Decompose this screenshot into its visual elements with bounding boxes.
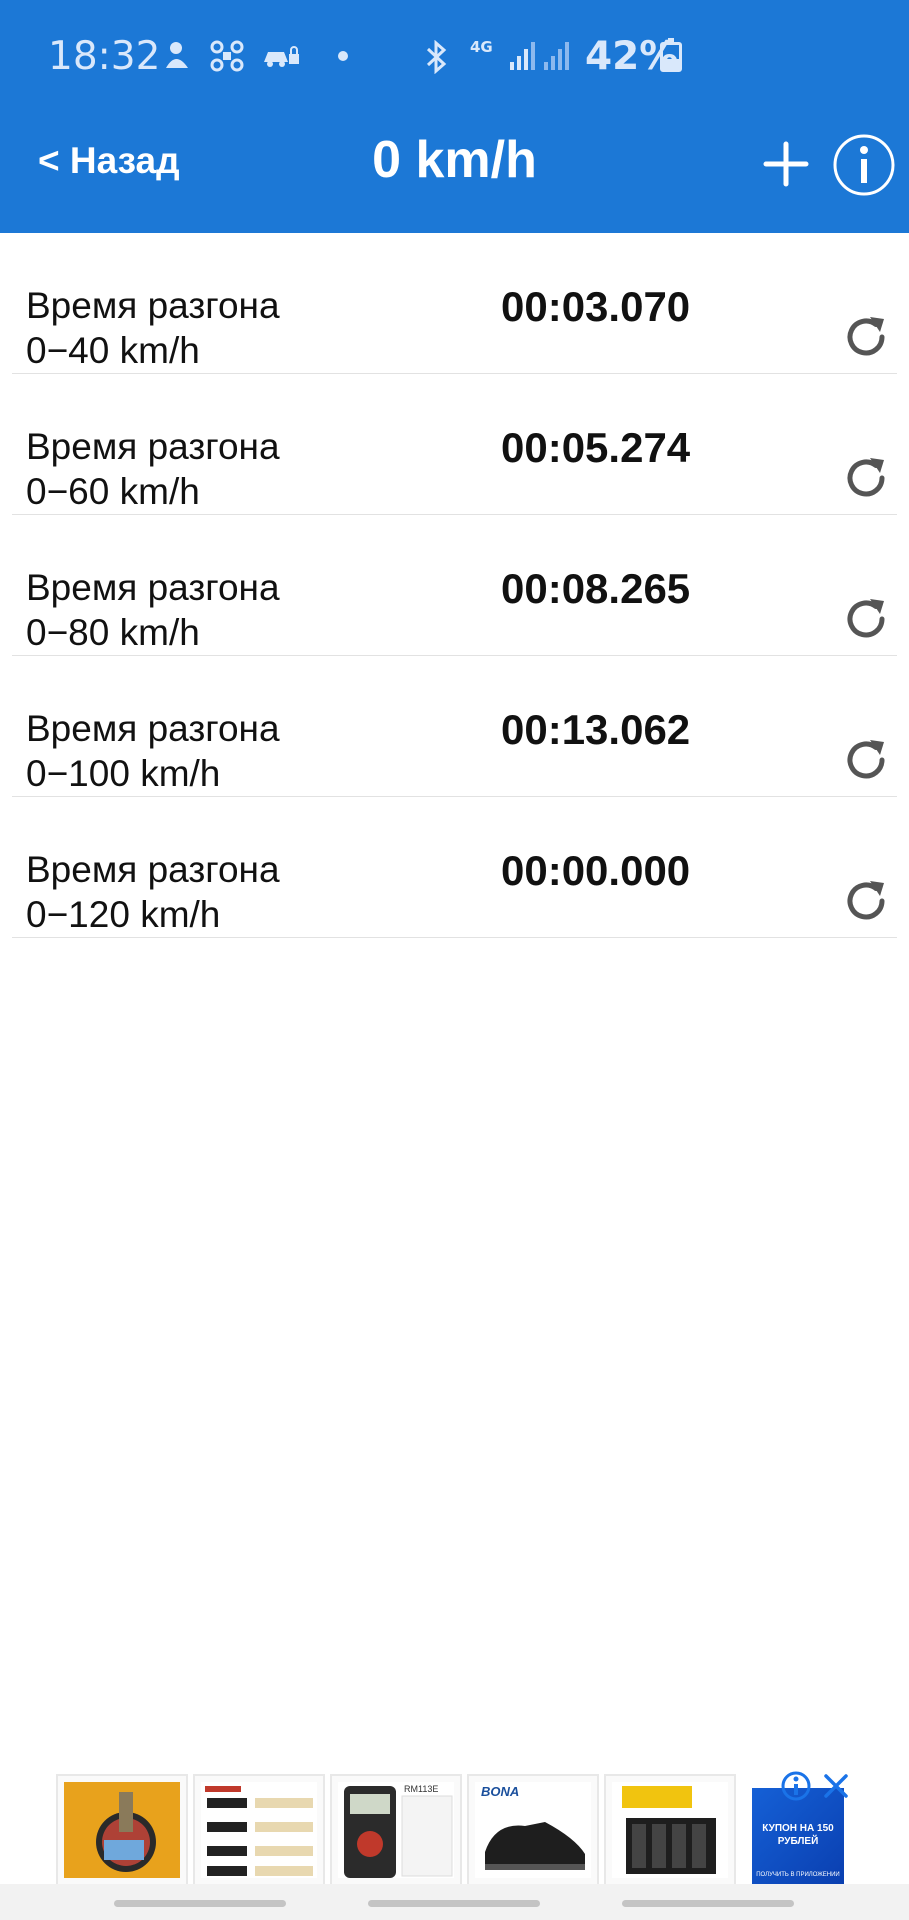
row-label-range: 0−120 km/h [26, 894, 221, 935]
refresh-icon[interactable] [840, 875, 892, 927]
signal-icon-1 [510, 42, 535, 70]
ad-product-led-strip[interactable] [193, 1774, 325, 1886]
list-item: Время разгона 0−60 km/h 00:05.274 [12, 374, 897, 515]
ad-product-image [612, 1782, 728, 1878]
coupon-text: КУПОН НА 150 РУБЛЕЙ [762, 1823, 834, 1847]
ad-coupon[interactable]: КУПОН НА 150 РУБЛЕЙ ПОЛУЧИТЬ В ПРИЛОЖЕНИ… [752, 1788, 844, 1884]
network-type: 4G [470, 38, 493, 56]
row-label-range: 0−100 km/h [26, 753, 221, 794]
row-label-title: Время разгона [26, 426, 280, 467]
row-label: Время разгона 0−80 km/h [26, 565, 280, 655]
charger-image [622, 1786, 716, 1874]
coupon-subtext: ПОЛУЧИТЬ В ПРИЛОЖЕНИИ [756, 1872, 840, 1878]
refresh-icon[interactable] [840, 311, 892, 363]
row-time: 00:03.070 [501, 283, 691, 330]
refresh-icon[interactable] [840, 452, 892, 504]
row-label-range: 0−80 km/h [26, 612, 200, 653]
car-lock-icon [264, 46, 299, 67]
list-item: Время разгона 0−80 km/h 00:08.265 [12, 515, 897, 656]
row-label: Время разгона 0−40 km/h [26, 283, 280, 373]
close-icon[interactable] [820, 1770, 852, 1802]
signal-icon-2 [544, 42, 569, 70]
ad-product-charger[interactable] [604, 1774, 736, 1886]
row-time: 00:08.265 [501, 565, 691, 612]
ad-product-image [201, 1782, 317, 1878]
row-label: Время разгона 0−100 km/h [26, 706, 280, 796]
row-label-title: Время разгона [26, 285, 280, 326]
ad-product-image: RM113E [338, 1782, 454, 1878]
row-label-title: Время разгона [26, 849, 280, 890]
ad-product-tire-gauge[interactable] [56, 1774, 188, 1886]
notification-icons [162, 40, 348, 72]
bluetooth-icon [426, 40, 447, 74]
row-label-title: Время разгона [26, 708, 280, 749]
acceleration-list: Время разгона 0−40 km/h 00:03.070 Время … [0, 233, 909, 938]
row-label-range: 0−60 km/h [26, 471, 200, 512]
row-time: 00:05.274 [501, 424, 691, 471]
multimeter-image [344, 1786, 453, 1878]
row-label: Время разгона 0−120 km/h [26, 847, 280, 937]
ad-product-image [64, 1782, 180, 1878]
row-label-range: 0−40 km/h [26, 330, 200, 371]
nav-back-button[interactable] [622, 1900, 794, 1907]
status-time: 18:32 [48, 34, 161, 79]
nav-recents-button[interactable] [114, 1900, 286, 1907]
info-icon[interactable] [832, 133, 896, 197]
ad-product-shoes[interactable]: BONA [467, 1774, 599, 1886]
more-notifications-dot [338, 51, 348, 61]
list-item: Время разгона 0−100 km/h 00:13.062 [12, 656, 897, 797]
system-nav-bar [0, 1884, 909, 1920]
gauge-image [96, 1792, 156, 1872]
app-bar: 18:32 4G 42% < Назад 0 km/h [0, 0, 909, 233]
ad-product-multimeter[interactable]: RM113E [330, 1774, 462, 1886]
list-item: Время разгона 0−120 km/h 00:00.000 [12, 797, 897, 938]
row-label: Время разгона 0−60 km/h [26, 424, 280, 514]
shoe-image [485, 1822, 585, 1870]
led-strip-image [205, 1786, 313, 1876]
refresh-icon[interactable] [840, 593, 892, 645]
ad-info-icon[interactable] [780, 1770, 812, 1802]
row-label-title: Время разгона [26, 567, 280, 608]
plus-icon[interactable] [762, 140, 810, 188]
refresh-icon[interactable] [840, 734, 892, 786]
drone-icon [210, 40, 244, 72]
back-button[interactable]: < Назад [38, 140, 180, 182]
row-time: 00:00.000 [501, 847, 691, 894]
row-time: 00:13.062 [501, 706, 691, 753]
battery-level [663, 58, 679, 69]
status-bar: 18:32 4G 42% [0, 0, 909, 115]
ad-banner[interactable]: RM113E BONA КУПОН НА 150 РУБЛЕЙ ПОЛУЧИТЬ… [0, 1770, 909, 1890]
battery-icon [660, 38, 682, 72]
list-item: Время разгона 0−40 km/h 00:03.070 [12, 233, 897, 374]
ad-product-image: BONA [475, 1782, 591, 1878]
nav-home-button[interactable] [368, 1900, 540, 1907]
notification-app-icon [166, 42, 188, 68]
